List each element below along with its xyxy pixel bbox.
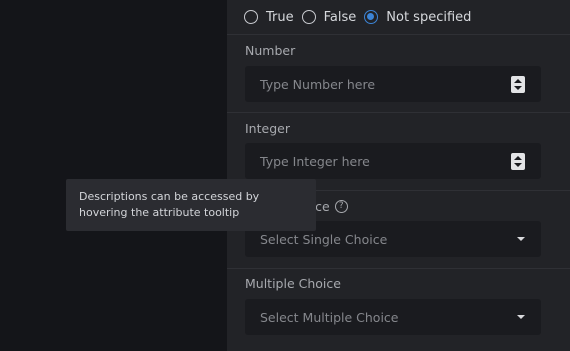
integer-field-label: Integer bbox=[245, 121, 290, 136]
radio-not-specified-label: Not specified bbox=[386, 9, 472, 25]
radio-true-label: True bbox=[266, 9, 294, 25]
divider bbox=[227, 268, 570, 269]
radio-false-label: False bbox=[323, 9, 357, 25]
number-input[interactable]: Type Number here bbox=[245, 66, 541, 102]
divider bbox=[227, 34, 570, 35]
radio-true-circle[interactable] bbox=[244, 10, 258, 24]
multiple-choice-placeholder: Select Multiple Choice bbox=[260, 309, 399, 325]
chevron-down-icon bbox=[517, 237, 525, 241]
help-circle-icon[interactable]: ? bbox=[334, 200, 348, 213]
radio-true[interactable]: True bbox=[244, 10, 294, 25]
chevron-down-icon bbox=[517, 315, 525, 319]
radio-false-circle[interactable] bbox=[301, 10, 316, 24]
stepper-icon[interactable] bbox=[511, 76, 525, 93]
stepper-icon[interactable] bbox=[511, 153, 525, 170]
radio-false[interactable]: False bbox=[301, 9, 357, 25]
page-backdrop bbox=[0, 0, 227, 351]
integer-input-placeholder: Type Integer here bbox=[260, 153, 370, 169]
integer-input[interactable]: Type Integer here bbox=[245, 143, 541, 179]
description-tooltip: Descriptions can be accessed by hovering… bbox=[66, 179, 316, 231]
boolean-radio-group: True False Not specified bbox=[244, 6, 479, 28]
divider bbox=[227, 112, 570, 113]
number-field-label: Number bbox=[245, 43, 296, 58]
multiple-choice-select[interactable]: Select Multiple Choice bbox=[245, 299, 541, 335]
number-input-placeholder: Type Number here bbox=[260, 76, 376, 92]
radio-not-specified[interactable]: Not specified bbox=[364, 10, 471, 25]
single-choice-placeholder: Select Single Choice bbox=[260, 231, 388, 247]
radio-not-specified-circle[interactable] bbox=[364, 10, 379, 24]
multiple-choice-field-label: Multiple Choice bbox=[245, 276, 341, 291]
